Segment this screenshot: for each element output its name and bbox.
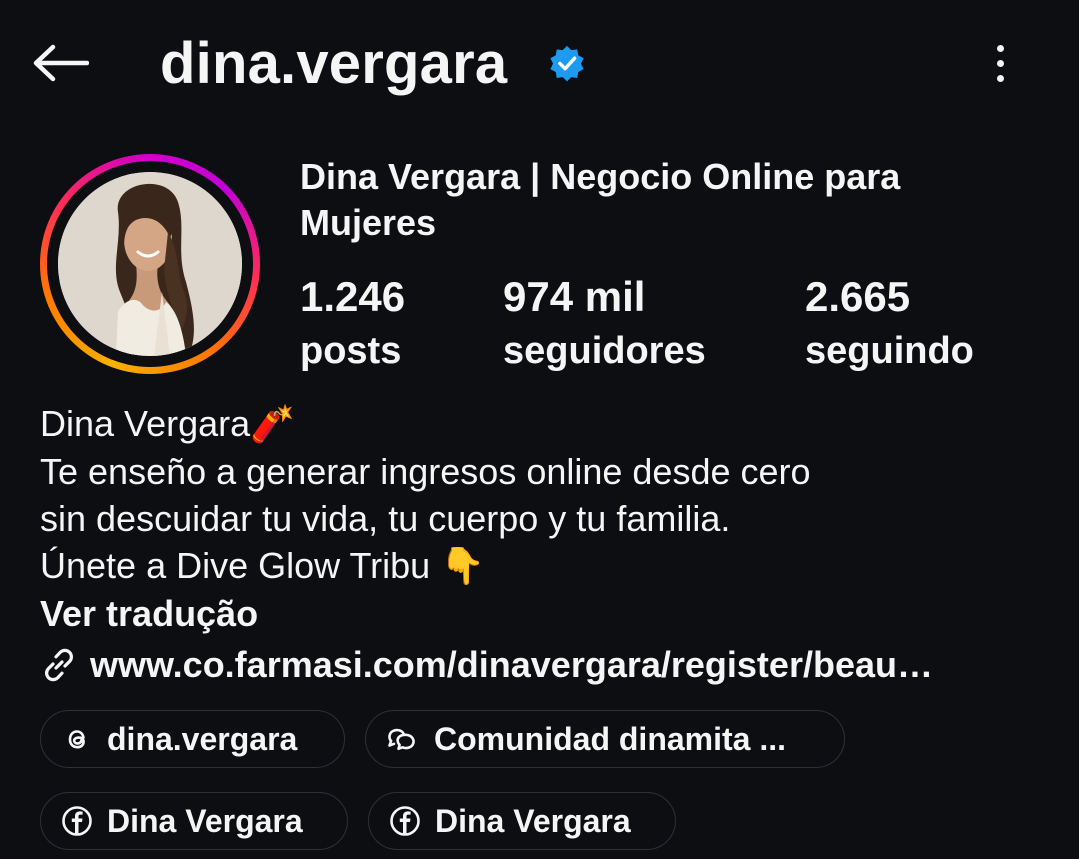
facebook-link-pill[interactable]: Dina Vergara	[40, 792, 348, 850]
profile-bio: Dina Vergara🧨 Te enseño a generar ingres…	[40, 400, 1060, 590]
profile-username: dina.vergara	[160, 31, 508, 96]
see-translation-link[interactable]: Ver tradução	[40, 590, 258, 638]
stat-following-label: seguindo	[805, 330, 974, 372]
stat-following-value: 2.665	[805, 273, 911, 320]
bio-line: Dina Vergara	[40, 403, 251, 444]
link-icon	[45, 648, 73, 682]
verified-badge-icon	[550, 45, 584, 82]
profile-avatar[interactable]	[58, 172, 242, 356]
more-vertical-icon	[996, 44, 1004, 52]
bio-line: sin descuidar tu vida, tu cuerpo y tu fa…	[40, 498, 731, 539]
stat-posts[interactable]: 1.246 posts	[300, 272, 405, 376]
stat-followers-label: seguidores	[503, 330, 706, 372]
threads-link-pill[interactable]: dina.vergara	[40, 710, 345, 768]
stat-followers-value: 974 mil	[503, 273, 646, 320]
firecracker-icon: 🧨	[250, 404, 295, 445]
arrow-left-icon	[33, 44, 89, 82]
pill-label: Dina Vergara	[107, 802, 303, 839]
threads-icon	[68, 730, 85, 749]
facebook-icon	[390, 806, 420, 836]
back-button[interactable]	[28, 38, 92, 88]
pill-label: Dina Vergara	[435, 802, 631, 839]
facebook-link-pill[interactable]: Dina Vergara	[368, 792, 676, 850]
pointing-down-icon: 👇	[440, 546, 486, 587]
stat-following[interactable]: 2.665 seguindo	[805, 272, 974, 376]
stat-posts-label: posts	[300, 330, 402, 372]
bio-line: Únete a Dive Glow Tribu	[40, 545, 431, 586]
website-link-text: www.co.farmasi.com/dinavergara/register/…	[90, 644, 933, 685]
display-name: Dina Vergara | Negocio Online para Mujer…	[300, 156, 901, 243]
pill-label: Comunidad dinamita ...	[434, 720, 787, 757]
community-link-pill[interactable]: Comunidad dinamita ...	[365, 710, 845, 768]
pill-label: dina.vergara	[107, 720, 298, 757]
bio-line: Te enseño a generar ingresos online desd…	[40, 451, 811, 492]
profile-website-link[interactable]: www.co.farmasi.com/dinavergara/register/…	[40, 640, 933, 690]
chat-bubbles-icon	[388, 728, 415, 751]
avatar-photo	[58, 172, 242, 356]
stat-posts-value: 1.246	[300, 273, 406, 320]
facebook-icon	[62, 806, 92, 836]
more-options-button[interactable]	[980, 38, 1020, 88]
stat-followers[interactable]: 974 mil seguidores	[503, 272, 706, 376]
